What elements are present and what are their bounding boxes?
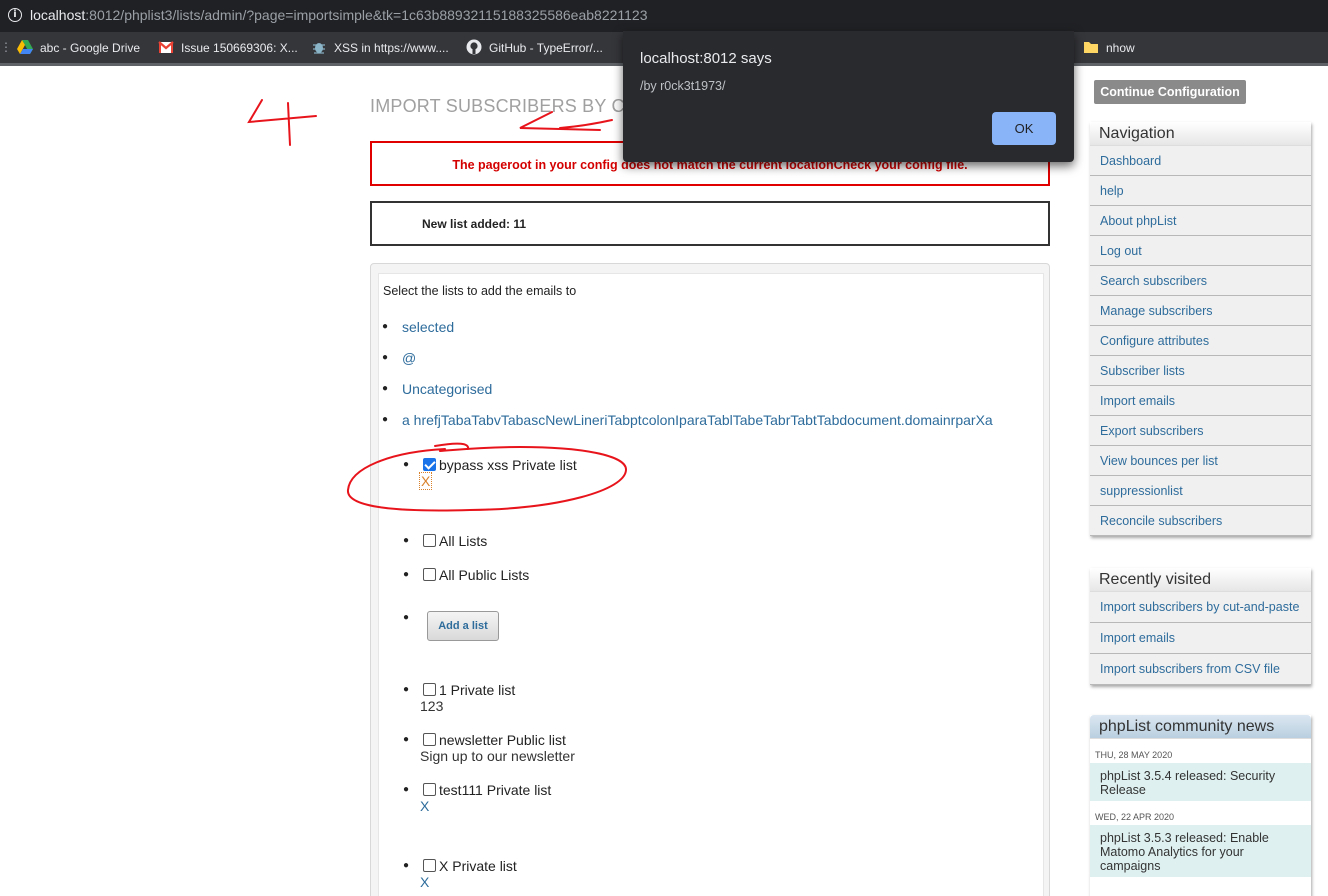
list-item-bypass-xss: ● bypass xss Private list X bbox=[403, 457, 577, 490]
list-checkbox[interactable] bbox=[423, 783, 436, 796]
annotation-number-four-stroke bbox=[247, 99, 317, 146]
recently-visited-panel: Recently visited Import subscribers by c… bbox=[1090, 568, 1311, 685]
url-text[interactable]: localhost:8012/phplist3/lists/admin/?pag… bbox=[30, 7, 648, 23]
nav-item-suppressionlist[interactable]: suppressionlist bbox=[1090, 476, 1311, 506]
recent-item-import-csv[interactable]: Import subscribers from CSV file bbox=[1090, 654, 1311, 685]
category-link-at[interactable]: @ bbox=[402, 349, 416, 367]
list-item-newsletter: ● newsletter Public list Sign up to our … bbox=[403, 732, 575, 764]
lists-panel: Select the lists to add the emails to ● … bbox=[370, 263, 1050, 896]
news-link[interactable]: phpList 3.5.4 released: Security Release bbox=[1090, 763, 1311, 801]
info-message: New list added: 11 bbox=[370, 201, 1050, 246]
nav-item-view-bounces[interactable]: View bounces per list bbox=[1090, 446, 1311, 476]
list-description[interactable]: X bbox=[420, 874, 429, 890]
recently-visited-title: Recently visited bbox=[1090, 568, 1311, 592]
list-name: X Private list bbox=[439, 858, 517, 874]
gmail-icon bbox=[158, 40, 174, 53]
bookmark-google-drive[interactable]: abc - Google Drive bbox=[17, 39, 140, 59]
navigation-title: Navigation bbox=[1090, 122, 1311, 146]
nav-item-search-subscribers[interactable]: Search subscribers bbox=[1090, 266, 1311, 296]
list-name: All Public Lists bbox=[439, 567, 530, 583]
list-checkbox[interactable] bbox=[423, 683, 436, 696]
add-list-button[interactable]: Add a list bbox=[427, 611, 499, 641]
nav-item-reconcile-subscribers[interactable]: Reconcile subscribers bbox=[1090, 506, 1311, 536]
bookmark-github[interactable]: GitHub - TypeError/... bbox=[466, 39, 603, 59]
github-icon bbox=[466, 39, 482, 55]
nav-item-subscriber-lists[interactable]: Subscriber lists bbox=[1090, 356, 1311, 386]
category-link-selected[interactable]: selected bbox=[402, 318, 454, 336]
google-drive-icon bbox=[17, 39, 33, 54]
address-bar[interactable]: i localhost:8012/phplist3/lists/admin/?p… bbox=[0, 0, 1328, 32]
list-name: 1 Private list bbox=[439, 682, 516, 698]
nav-item-export-subscribers[interactable]: Export subscribers bbox=[1090, 416, 1311, 446]
category-link-injected[interactable]: a hrefjTabaTabvTabascNewLineriTabptcolon… bbox=[402, 411, 993, 429]
list-item-x-private: ● X Private list X bbox=[403, 858, 517, 890]
list-item-all-public-lists: ● All Public Lists bbox=[403, 567, 530, 583]
info-icon[interactable]: i bbox=[8, 8, 22, 22]
folder-icon bbox=[1084, 41, 1098, 53]
nav-item-manage-subscribers[interactable]: Manage subscribers bbox=[1090, 296, 1311, 326]
list-name: test111 Private list bbox=[439, 782, 552, 798]
list-name: newsletter Public list bbox=[439, 732, 566, 748]
list-checkbox[interactable] bbox=[423, 859, 436, 872]
list-description[interactable]: X bbox=[420, 798, 429, 814]
list-checkbox[interactable] bbox=[423, 568, 436, 581]
alert-title: localhost:8012 says bbox=[640, 50, 772, 67]
list-item-1-private: ● 1 Private list 123 bbox=[403, 682, 516, 714]
list-description: Sign up to our newsletter bbox=[420, 748, 575, 764]
page-title: IMPORT SUBSCRIBERS BY C bbox=[370, 96, 625, 116]
news-date: WED, 22 APR 2020 bbox=[1090, 801, 1311, 825]
lists-form: Select the lists to add the emails to ● … bbox=[378, 273, 1044, 896]
nav-item-configure-attributes[interactable]: Configure attributes bbox=[1090, 326, 1311, 356]
nav-item-about[interactable]: About phpList bbox=[1090, 206, 1311, 236]
bookmark-nhow[interactable]: nhow bbox=[1083, 39, 1135, 59]
list-checkbox[interactable] bbox=[423, 458, 436, 471]
community-news-panel: phpList community news THU, 28 MAY 2020 … bbox=[1090, 715, 1311, 896]
nav-item-logout[interactable]: Log out bbox=[1090, 236, 1311, 266]
lists-intro-label: Select the lists to add the emails to bbox=[383, 284, 577, 298]
list-checkbox[interactable] bbox=[423, 534, 436, 547]
alert-ok-button[interactable]: OK bbox=[992, 112, 1056, 145]
nav-item-dashboard[interactable]: Dashboard bbox=[1090, 146, 1311, 176]
list-description: X bbox=[418, 472, 433, 490]
recent-item-cut-paste[interactable]: Import subscribers by cut-and-paste bbox=[1090, 592, 1311, 623]
nav-item-import-emails[interactable]: Import emails bbox=[1090, 386, 1311, 416]
nav-item-help[interactable]: help bbox=[1090, 176, 1311, 206]
list-name: bypass xss Private list bbox=[439, 457, 577, 473]
news-link[interactable]: phpList 3.5.3 released: Enable Matomo An… bbox=[1090, 825, 1311, 877]
recent-item-import-emails[interactable]: Import emails bbox=[1090, 623, 1311, 654]
continue-configuration-button[interactable]: Continue Configuration bbox=[1094, 80, 1246, 104]
list-checkbox[interactable] bbox=[423, 733, 436, 746]
alert-dialog: localhost:8012 says /by r0ck3t1973/ OK bbox=[623, 31, 1074, 162]
bookmarks-overflow-icon[interactable]: ⋮ bbox=[0, 39, 12, 59]
category-link-uncategorised[interactable]: Uncategorised bbox=[402, 380, 492, 398]
community-news-title: phpList community news bbox=[1090, 715, 1311, 739]
news-date: THU, 28 MAY 2020 bbox=[1090, 739, 1311, 763]
list-name: All Lists bbox=[439, 533, 488, 549]
alert-message: /by r0ck3t1973/ bbox=[640, 79, 726, 93]
bug-icon bbox=[313, 42, 325, 54]
navigation-panel: Navigation Dashboard help About phpList … bbox=[1090, 122, 1311, 536]
list-description: 123 bbox=[420, 698, 444, 714]
bookmark-xss[interactable]: XSS in https://www.... bbox=[311, 39, 449, 59]
list-item-test111: ● test111 Private list X bbox=[403, 782, 552, 814]
bookmark-issue[interactable]: Issue 150669306: X... bbox=[158, 39, 298, 59]
